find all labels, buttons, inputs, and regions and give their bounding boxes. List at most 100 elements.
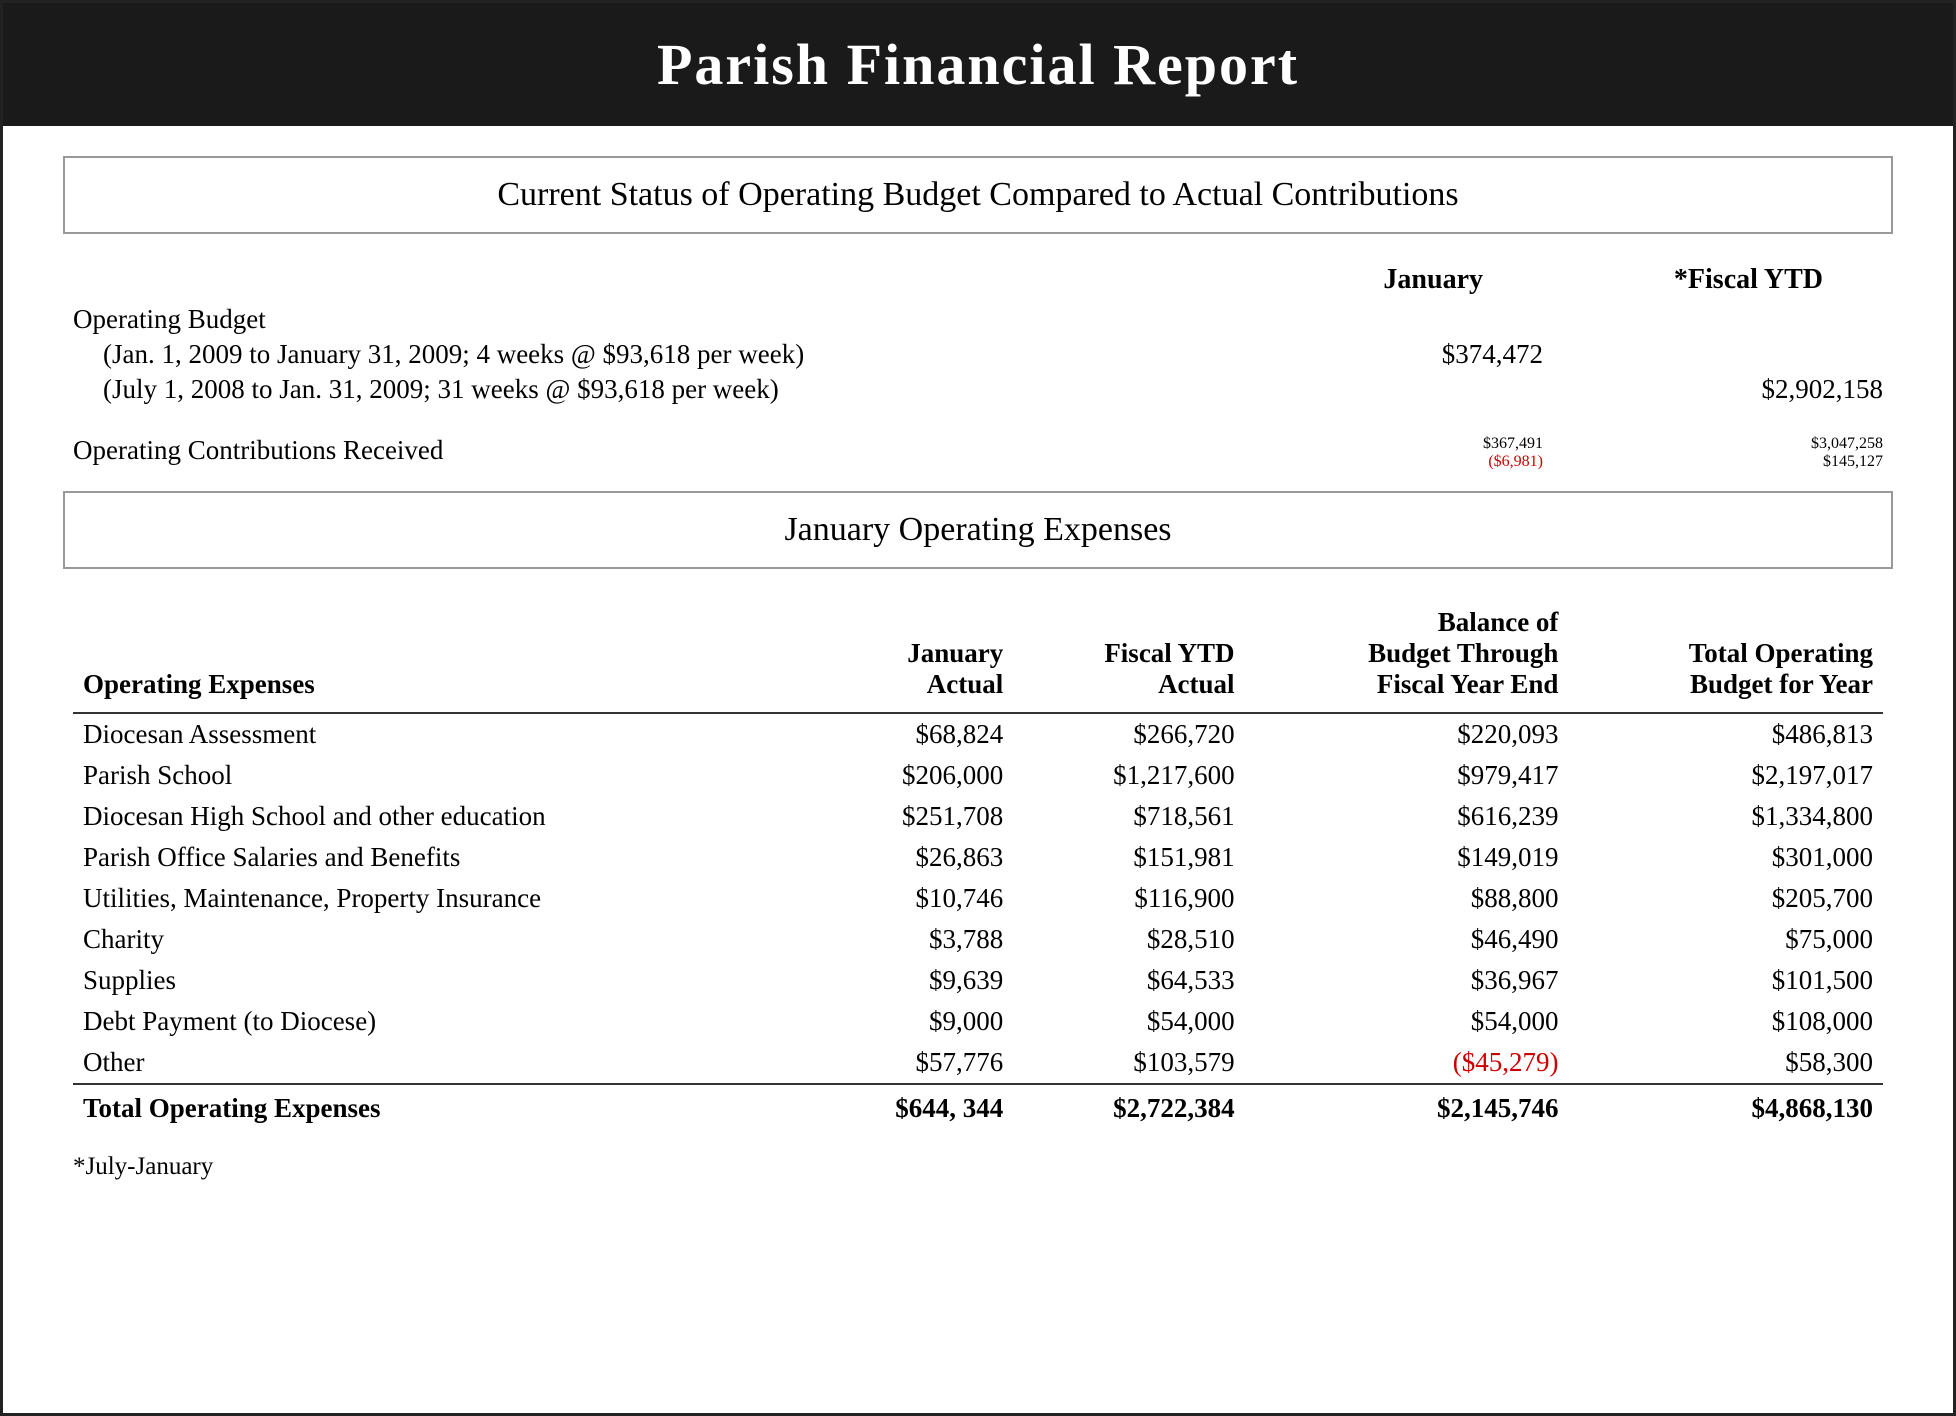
col-header-balance-line3: Fiscal Year End: [1377, 669, 1559, 700]
col-header-ytd-line2: Actual: [1158, 669, 1235, 700]
operating-budget-section-box: Current Status of Operating Budget Compa…: [63, 156, 1893, 234]
contributions-jan-vals: $367,491 ($6,981): [1323, 435, 1543, 471]
col-header-total-line1: Total Operating: [1689, 638, 1873, 669]
row-jan: $251,708: [816, 796, 1013, 837]
budget-line1-label: (Jan. 1, 2009 to January 31, 2009; 4 wee…: [73, 339, 1323, 370]
row-label: Supplies: [73, 960, 816, 1001]
col-header-total-line2: Budget for Year: [1690, 669, 1873, 700]
row-jan: $9,639: [816, 960, 1013, 1001]
row-jan: $68,824: [816, 713, 1013, 755]
expenses-header-row: Operating Expenses January Actual Fiscal…: [73, 599, 1883, 713]
ytd-header: *Fiscal YTD: [1603, 264, 1823, 296]
row-balance: $220,093: [1245, 713, 1569, 755]
row-total: $108,000: [1568, 1001, 1883, 1042]
row-label: Debt Payment (to Diocese): [73, 1001, 816, 1042]
table-row: Diocesan High School and other education…: [73, 796, 1883, 837]
jan-header: January: [1263, 264, 1483, 296]
row-ytd: $103,579: [1013, 1042, 1244, 1084]
row-total: $1,334,800: [1568, 796, 1883, 837]
row-label: Utilities, Maintenance, Property Insuran…: [73, 878, 816, 919]
row-total: $486,813: [1568, 713, 1883, 755]
row-balance: ($45,279): [1245, 1042, 1569, 1084]
contributions-row: Operating Contributions Received $367,49…: [73, 435, 1883, 471]
row-label: Charity: [73, 919, 816, 960]
table-row: Supplies$9,639$64,533$36,967$101,500: [73, 960, 1883, 1001]
budget-line2-label: (July 1, 2008 to Jan. 31, 2009; 31 weeks…: [73, 374, 1323, 405]
total-row: Total Operating Expenses$644, 344$2,722,…: [73, 1084, 1883, 1129]
contributions-section: Operating Contributions Received $367,49…: [63, 435, 1893, 471]
row-label: Other: [73, 1042, 816, 1084]
row-total: $101,500: [1568, 960, 1883, 1001]
table-row: Parish School$206,000$1,217,600$979,417$…: [73, 755, 1883, 796]
contributions-jan-diff: ($6,981): [1488, 453, 1543, 471]
table-row: Utilities, Maintenance, Property Insuran…: [73, 878, 1883, 919]
total-ytd: $2,722,384: [1013, 1084, 1244, 1129]
report-content: Current Status of Operating Budget Compa…: [3, 126, 1953, 1221]
row-total: $205,700: [1568, 878, 1883, 919]
budget-main-label: Operating Budget: [73, 304, 1323, 335]
row-balance: $54,000: [1245, 1001, 1569, 1042]
row-ytd: $266,720: [1013, 713, 1244, 755]
row-balance: $46,490: [1245, 919, 1569, 960]
expenses-section-box: January Operating Expenses: [63, 491, 1893, 569]
budget-column-headers: January *Fiscal YTD: [73, 264, 1883, 296]
total-balance: $2,145,746: [1245, 1084, 1569, 1129]
report-header: Parish Financial Report: [3, 3, 1953, 126]
row-total: $2,197,017: [1568, 755, 1883, 796]
report-title: Parish Financial Report: [657, 32, 1299, 97]
expenses-table: Operating Expenses January Actual Fiscal…: [73, 599, 1883, 1129]
row-label: Diocesan High School and other education: [73, 796, 816, 837]
expenses-section: Operating Expenses January Actual Fiscal…: [63, 599, 1893, 1129]
row-ytd: $116,900: [1013, 878, 1244, 919]
operating-budget-title: Current Status of Operating Budget Compa…: [497, 176, 1458, 213]
row-jan: $9,000: [816, 1001, 1013, 1042]
table-row: Parish Office Salaries and Benefits$26,8…: [73, 837, 1883, 878]
table-row: Charity$3,788$28,510$46,490$75,000: [73, 919, 1883, 960]
row-jan: $57,776: [816, 1042, 1013, 1084]
row-ytd: $151,981: [1013, 837, 1244, 878]
col-header-jan-line2: Actual: [927, 669, 1004, 700]
budget-section: January *Fiscal YTD Operating Budget (Ja…: [63, 264, 1893, 405]
contributions-ytd-value: $3,047,258: [1811, 435, 1883, 453]
contributions-jan-value: $367,491: [1483, 435, 1543, 453]
col-header-jan-line1: January: [907, 638, 1003, 669]
row-jan: $3,788: [816, 919, 1013, 960]
row-label: Parish School: [73, 755, 816, 796]
row-jan: $26,863: [816, 837, 1013, 878]
total-total: $4,868,130: [1568, 1084, 1883, 1129]
row-jan: $10,746: [816, 878, 1013, 919]
budget-line2-ytd: $2,902,158: [1663, 374, 1883, 405]
row-ytd: $1,217,600: [1013, 755, 1244, 796]
col-header-ytd: Fiscal YTD Actual: [1013, 599, 1244, 713]
col-header-total: Total Operating Budget for Year: [1568, 599, 1883, 713]
col-header-balance-line2: Budget Through: [1368, 638, 1558, 669]
expenses-title: January Operating Expenses: [784, 511, 1171, 548]
row-balance: $36,967: [1245, 960, 1569, 1001]
budget-line2-row: (July 1, 2008 to Jan. 31, 2009; 31 weeks…: [73, 374, 1883, 405]
row-balance: $149,019: [1245, 837, 1569, 878]
row-balance: $88,800: [1245, 878, 1569, 919]
row-total: $58,300: [1568, 1042, 1883, 1084]
table-row: Other$57,776$103,579($45,279)$58,300: [73, 1042, 1883, 1084]
col-header-balance: Balance of Budget Through Fiscal Year En…: [1245, 599, 1569, 713]
col-header-label: Operating Expenses: [73, 599, 816, 713]
row-ytd: $64,533: [1013, 960, 1244, 1001]
contributions-label: Operating Contributions Received: [73, 435, 1323, 466]
budget-main-label-row: Operating Budget: [73, 304, 1883, 335]
col-header-jan: January Actual: [816, 599, 1013, 713]
page-wrapper: Parish Financial Report Current Status o…: [0, 0, 1956, 1416]
col-header-ytd-line1: Fiscal YTD: [1104, 638, 1234, 669]
budget-line1-jan: $374,472: [1323, 339, 1543, 370]
contributions-ytd-vals: $3,047,258 $145,127: [1663, 435, 1883, 471]
row-total: $301,000: [1568, 837, 1883, 878]
total-label: Total Operating Expenses: [73, 1084, 816, 1129]
row-jan: $206,000: [816, 755, 1013, 796]
budget-line1-row: (Jan. 1, 2009 to January 31, 2009; 4 wee…: [73, 339, 1883, 370]
row-balance: $979,417: [1245, 755, 1569, 796]
total-jan: $644, 344: [816, 1084, 1013, 1129]
row-balance: $616,239: [1245, 796, 1569, 837]
footnote: *July-January: [63, 1153, 1893, 1181]
row-ytd: $28,510: [1013, 919, 1244, 960]
row-label: Parish Office Salaries and Benefits: [73, 837, 816, 878]
row-label: Diocesan Assessment: [73, 713, 816, 755]
